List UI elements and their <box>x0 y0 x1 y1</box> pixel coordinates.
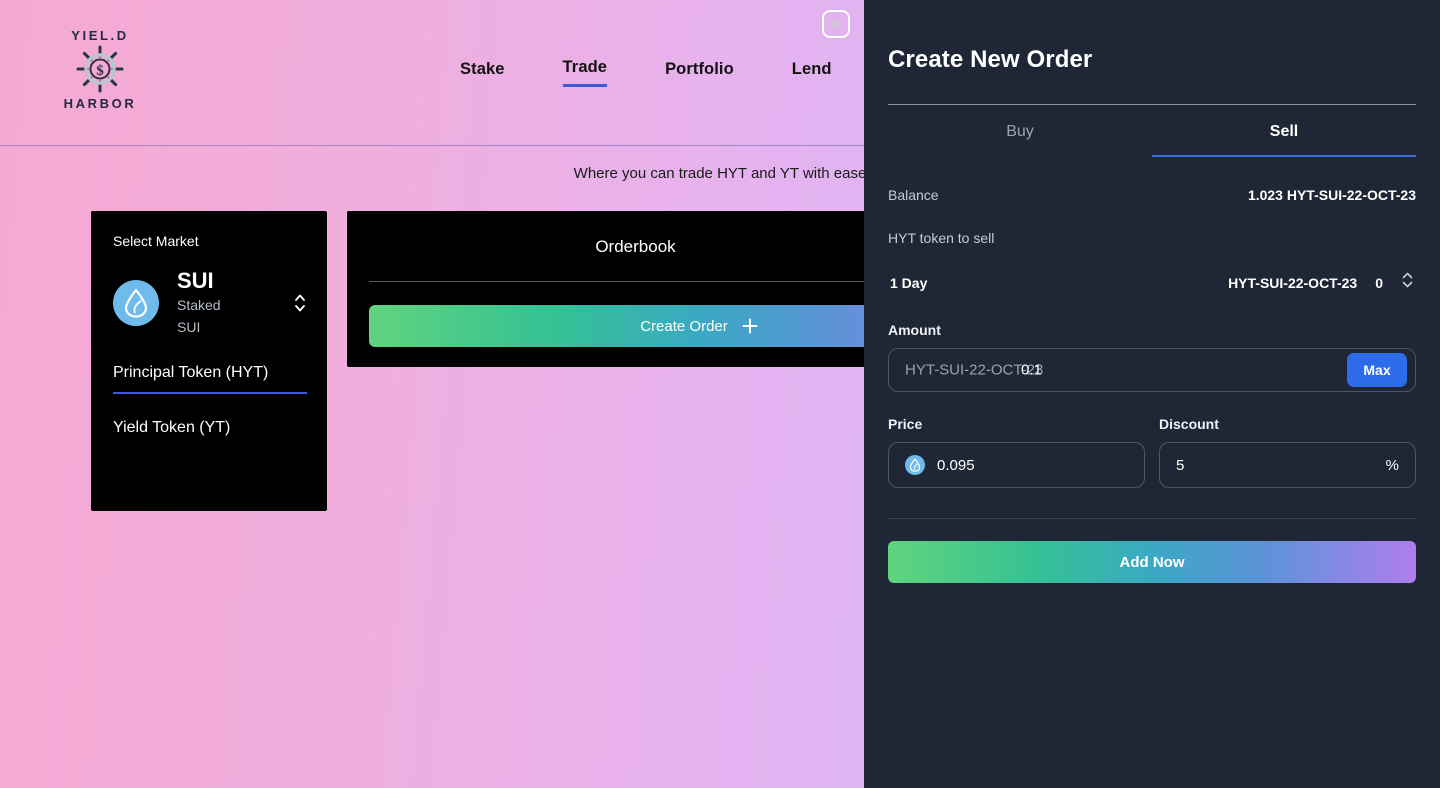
nav-item-trade[interactable]: Trade <box>562 58 608 87</box>
term-token-name: HYT-SUI-22-OCT-23 <box>1228 274 1358 291</box>
drawer-title: Create New Order <box>888 46 1093 73</box>
amount-value: 0.1 <box>1021 361 1042 379</box>
coin-subtitle-line2: SUI <box>177 319 201 336</box>
brand-bottom-text: HARBOR <box>63 96 137 111</box>
term-row[interactable]: 1 Day HYT-SUI-22-OCT-23 0 <box>888 269 1416 296</box>
chevron-up-down-icon[interactable] <box>293 291 307 315</box>
coin-subtitle-line1: Staked <box>177 297 221 314</box>
balance-label: Balance <box>888 187 939 203</box>
buy-sell-tabs: Buy Sell <box>888 105 1416 157</box>
price-column: Price 0.095 <box>888 416 1145 488</box>
price-value: 0.095 <box>937 456 975 474</box>
percent-symbol: % <box>1385 456 1399 474</box>
ship-wheel-dollar-icon: $ <box>55 43 145 95</box>
nav-item-portfolio[interactable]: Portfolio <box>665 60 734 86</box>
balance-row: Balance 1.023 HYT-SUI-22-OCT-23 <box>888 187 1416 203</box>
balance-value: 1.023 HYT-SUI-22-OCT-23 <box>1247 187 1416 203</box>
coin-name: SUI <box>177 268 214 293</box>
svg-text:$: $ <box>96 63 104 79</box>
select-market-card: Select Market SUI Staked SUI Principal T… <box>91 211 327 511</box>
discount-column: Discount 5 % <box>1159 416 1416 488</box>
add-now-button[interactable]: Add Now <box>888 541 1416 583</box>
price-discount-group: Price 0.095 Discount 5 % <box>888 416 1416 488</box>
sui-droplet-icon <box>113 279 159 326</box>
main-nav: Stake Trade Portfolio Lend <box>460 58 832 87</box>
max-button[interactable]: Max <box>1347 353 1407 387</box>
discount-input[interactable]: 5 % <box>1159 442 1416 488</box>
amount-input[interactable]: HYT-SUI-22-OCT-23 0.1 <box>905 349 1347 391</box>
token-to-sell-label: HYT token to sell <box>888 230 995 246</box>
price-label: Price <box>888 416 923 432</box>
brand-logo[interactable]: YIEL.D $ HARBOR <box>55 28 145 111</box>
price-input[interactable]: 0.095 <box>888 442 1145 488</box>
create-order-label: Create Order <box>640 317 728 335</box>
drawer-divider-bottom <box>888 518 1416 519</box>
term-duration: 1 Day <box>890 274 928 291</box>
discount-label: Discount <box>1159 416 1219 432</box>
nav-item-stake[interactable]: Stake <box>460 60 505 86</box>
coin-meta: SUI Staked SUI <box>177 268 269 337</box>
term-right-group: HYT-SUI-22-OCT-23 0 <box>1228 269 1414 296</box>
orderbook-title: Orderbook <box>595 237 676 256</box>
plus-icon <box>742 318 758 334</box>
brand-top-text: YIEL.D <box>71 28 129 43</box>
amount-label: Amount <box>888 322 941 338</box>
amount-field[interactable]: HYT-SUI-22-OCT-23 0.1 Max <box>888 348 1416 392</box>
market-selector[interactable]: SUI Staked SUI <box>113 268 307 337</box>
token-type-tabs: Principal Token (HYT) Yield Token (YT) <box>113 361 307 447</box>
tab-principal-token[interactable]: Principal Token (HYT) <box>113 361 307 394</box>
term-quantity: 0 <box>1375 274 1383 291</box>
tab-yield-token[interactable]: Yield Token (YT) <box>113 416 307 447</box>
create-order-drawer: Create New Order Buy Sell Balance 1.023 … <box>864 0 1440 788</box>
sui-droplet-icon <box>905 455 925 475</box>
tab-sell[interactable]: Sell <box>1152 105 1416 157</box>
nav-item-lend[interactable]: Lend <box>792 60 832 86</box>
chevron-up-down-icon[interactable] <box>1401 269 1414 296</box>
tab-buy[interactable]: Buy <box>888 105 1152 157</box>
select-market-title: Select Market <box>113 233 199 249</box>
discount-value: 5 <box>1176 456 1185 474</box>
close-icon[interactable] <box>822 10 850 38</box>
